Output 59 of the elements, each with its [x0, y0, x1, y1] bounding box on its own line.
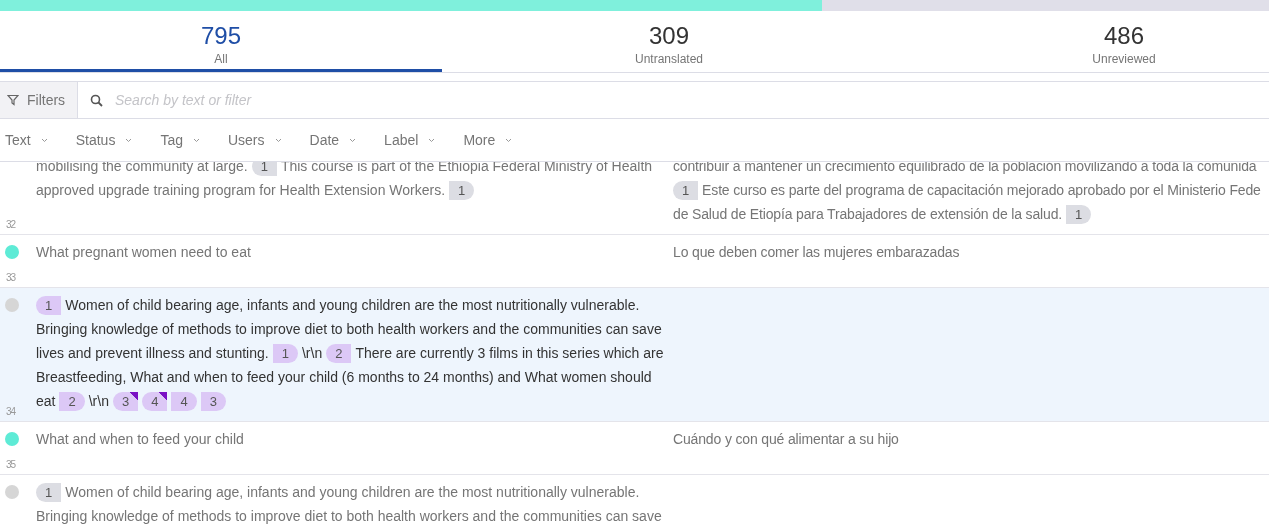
search-field[interactable]: Search by text or filter	[113, 91, 1269, 109]
tag-marker: 2	[59, 391, 85, 411]
chevron-down-icon	[192, 137, 200, 143]
chevron-down-icon	[125, 137, 133, 143]
tag-marker: 1	[673, 180, 699, 200]
source-text: Women of child bearing age, infants and young children are the most nutritionally vulnerable.	[65, 484, 640, 500]
tag-marker: 4	[171, 391, 197, 411]
chevron-down-icon	[40, 137, 48, 143]
tab[interactable]: 486 Unreviewed	[896, 11, 1269, 72]
tag-marker: 1	[1066, 204, 1092, 224]
filter-dropdown[interactable]: Label	[384, 132, 436, 148]
filter-dropdown[interactable]: Tag	[160, 132, 200, 148]
string-row[interactable]: 35 What and when to feed your child Cuándo y con qué alimentar a su hijo	[0, 422, 1269, 475]
source-text: \r\n	[88, 393, 109, 409]
source-text: Bringing knowledge of methods to improve diet to both health workers and the communities can save	[36, 321, 662, 337]
filter-dropdown[interactable]: Status	[75, 132, 133, 148]
filter-dropdown[interactable]: Users	[227, 132, 282, 148]
chevron-down-icon	[428, 137, 436, 143]
tag-marker: 1	[36, 295, 62, 315]
tab[interactable]: 795 All	[0, 11, 442, 72]
filter-dropdown[interactable]: Date	[309, 132, 357, 148]
tag-marker: 1	[272, 343, 298, 363]
chevron-down-icon	[349, 137, 357, 143]
translation-text: Cuándo y con qué alimentar a su hijo	[673, 431, 899, 447]
string-row[interactable]: 1 Women of child bearing age, infants and young children are the most nutritionally vulnerable. Bringing knowledge of methods to improve diet to both health workers and the communities can save	[0, 475, 1269, 531]
tab[interactable]: 309 Untranslated	[442, 11, 896, 72]
translation-text: Este curso es parte del programa de capacitación mejorado aprobado por el Ministerio Fede	[702, 182, 1261, 198]
filter-dropdown[interactable]: Text	[5, 132, 48, 148]
source-text: What and when to feed your child	[36, 431, 244, 447]
source-text: approved upgrade training program for Health Extension Workers.	[36, 182, 446, 198]
string-row[interactable]	[0, 162, 1269, 235]
source-text: lives and prevent illness and stunting.	[36, 345, 269, 361]
source-text: What pregnant women need to eat	[36, 244, 251, 260]
filter-icon	[7, 94, 19, 106]
tag-marker: 1	[251, 162, 277, 176]
flagged-tag-marker: 4	[142, 391, 168, 411]
translation-text: de Salud de Etiopía para Trabajadores de extensión de la salud.	[673, 206, 1063, 222]
chevron-down-icon	[274, 137, 282, 143]
tag-marker: 1	[36, 482, 62, 502]
flagged-tag-marker: 3	[112, 391, 139, 411]
translation-text: Lo que deben comer las mujeres embarazadas	[673, 244, 960, 260]
source-text: \r\n	[301, 345, 323, 361]
string-row[interactable]	[0, 288, 1269, 422]
row-number: 35	[6, 459, 16, 470]
tag-marker: 3	[200, 391, 226, 411]
source-text: Breastfeeding, What and when to feed your child (6 months to 24 months) and What women should	[36, 369, 652, 385]
filter-dropdown[interactable]: More	[463, 132, 513, 148]
tag-marker: 1	[449, 180, 475, 200]
filters-button[interactable]: Filters	[0, 82, 78, 118]
search-icon	[90, 93, 103, 107]
row-number: 34	[6, 406, 16, 417]
source-text: Bringing knowledge of methods to improve diet to both health workers and the communities can save	[36, 508, 662, 524]
tag-marker: 2	[326, 343, 352, 363]
chevron-down-icon	[505, 137, 513, 143]
row-number: 33	[6, 272, 16, 283]
source-text: Women of child bearing age, infants and young children are the most nutritionally vulnerable.	[65, 297, 640, 313]
source-text: There are currently 3 films in this series which are	[355, 345, 664, 361]
row-number: 32	[6, 219, 16, 230]
source-text: eat	[36, 393, 56, 409]
